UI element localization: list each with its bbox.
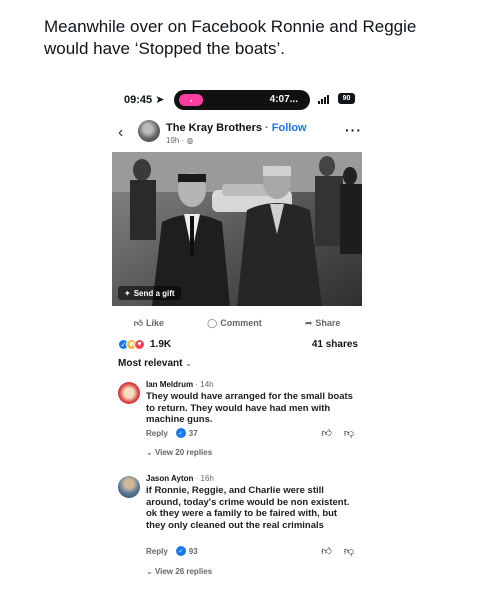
post-meta: 19h · ◍: [166, 136, 194, 145]
share-button[interactable]: ➦ Share: [305, 318, 341, 329]
comment-likes[interactable]: ✓ 37: [175, 428, 198, 438]
comment-button[interactable]: ◯ Comment: [207, 318, 262, 329]
comment-likes[interactable]: ✓ 93: [175, 546, 198, 556]
reactions-row: ✓ ☻ ♥ 1.9K 41 shares: [118, 338, 358, 352]
commenter-name-line: Jason Ayton · 16h: [146, 474, 214, 483]
thumbs-up-icon: 👍︎: [133, 317, 143, 328]
comment-text: if Ronnie, Reggie, and Charlie were stil…: [146, 485, 350, 531]
follow-button[interactable]: Follow: [272, 122, 307, 134]
page-name[interactable]: The Kray Brothers: [166, 122, 262, 134]
commenter-name[interactable]: Ian Meldrum: [146, 380, 193, 389]
page-avatar[interactable]: [138, 120, 160, 142]
comment-text: They would have arranged for the small b…: [146, 391, 353, 425]
facebook-screenshot: 09:45 ➤ ● 4:07... 90 ‹ The Kray Brothers…: [112, 84, 372, 600]
comment-footer: Reply ✓ 93: [146, 546, 198, 556]
page-name-line: The Kray Brothers · Follow: [166, 122, 307, 134]
more-options-icon[interactable]: ···: [345, 122, 362, 138]
share-arrow-icon: ➦: [304, 317, 313, 328]
post-photo[interactable]: ✦ Send a gift: [112, 152, 362, 306]
status-bar: 09:45 ➤ ● 4:07... 90: [112, 84, 372, 114]
like-button[interactable]: 👍︎ Like: [134, 318, 164, 329]
thumbs-up-icon[interactable]: 👍︎: [321, 427, 331, 439]
reaction-icons[interactable]: ✓ ☻ ♥: [118, 339, 145, 350]
share-count[interactable]: 41 shares: [312, 339, 358, 350]
status-time: 09:45 ➤: [124, 94, 165, 106]
gift-icon: ✦: [124, 288, 131, 298]
dynamic-island: ● 4:07...: [174, 90, 310, 110]
battery-icon: 90: [338, 93, 355, 104]
island-app-icon: ●: [179, 94, 203, 106]
comment: Jason Ayton · 16h if Ronnie, Reggie, and…: [112, 474, 362, 594]
chevron-down-icon: ⌄: [185, 359, 192, 368]
love-reaction-icon: ♥: [134, 339, 145, 350]
comment-reaction-buttons: 👍︎ 👎︎: [321, 545, 354, 557]
back-icon[interactable]: ‹: [118, 124, 123, 142]
globe-icon: ◍: [186, 136, 194, 145]
signal-icon: [318, 95, 329, 104]
comment-bubble-icon: ◯: [207, 317, 218, 328]
view-replies-link[interactable]: ⌄ View 26 replies: [146, 567, 212, 576]
thumbs-up-icon[interactable]: 👍︎: [321, 545, 331, 557]
comment-reaction-buttons: 👍︎ 👎︎: [321, 427, 354, 439]
like-reaction-icon: ✓: [175, 546, 186, 556]
comment-time: 16h: [200, 474, 214, 483]
comment: Ian Meldrum · 14h They would have arrang…: [112, 380, 362, 470]
comment-sort-dropdown[interactable]: Most relevant ⌄: [118, 358, 192, 369]
comment-time: 14h: [200, 380, 214, 389]
thumbs-down-icon[interactable]: 👎︎: [344, 545, 354, 557]
commenter-name-line: Ian Meldrum · 14h: [146, 380, 214, 389]
commenter-name[interactable]: Jason Ayton: [146, 474, 193, 483]
island-time: 4:07...: [269, 94, 298, 105]
like-reaction-icon: ✓: [175, 428, 186, 438]
thumbs-down-icon[interactable]: 👎︎: [344, 427, 354, 439]
commenter-avatar[interactable]: [118, 382, 140, 404]
photo-image: [112, 152, 362, 306]
send-gift-button[interactable]: ✦ Send a gift: [118, 286, 181, 300]
post-actions: 👍︎ Like ◯ Comment ➦ Share: [112, 314, 362, 332]
reply-button[interactable]: Reply: [146, 429, 168, 438]
reply-button[interactable]: Reply: [146, 547, 168, 556]
commenter-avatar[interactable]: [118, 476, 140, 498]
reaction-count[interactable]: 1.9K: [150, 339, 171, 350]
chevron-down-icon: ⌄: [146, 567, 153, 576]
tweet-text: Meanwhile over on Facebook Ronnie and Re…: [44, 17, 417, 58]
chevron-down-icon: ⌄: [146, 448, 153, 457]
comment-footer: Reply ✓ 37: [146, 428, 198, 438]
view-replies-link[interactable]: ⌄ View 20 replies: [146, 448, 212, 457]
